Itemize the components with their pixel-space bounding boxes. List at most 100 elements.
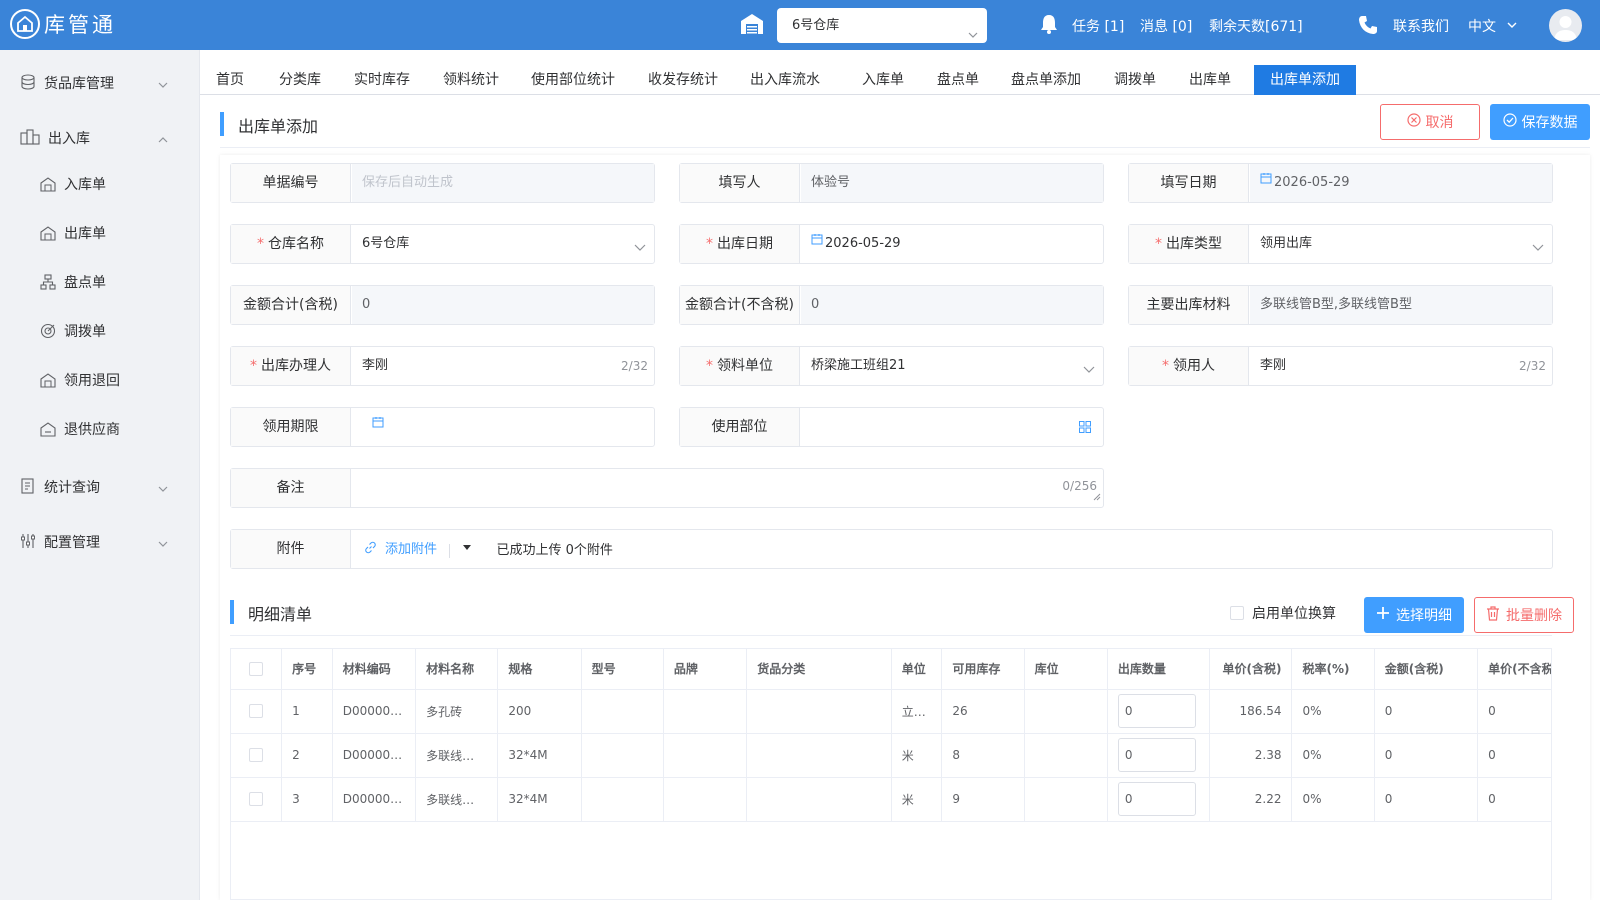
quantity-cell [1107, 689, 1211, 734]
sidebar-group-label: 统计查询 [44, 480, 100, 496]
messages-link[interactable]: 消息 [0] [1140, 16, 1192, 36]
select-details-button[interactable]: 选择明细 [1364, 597, 1464, 633]
column-header: 规格 [497, 649, 582, 690]
location-input[interactable] [801, 408, 1103, 446]
divider [449, 543, 451, 558]
tab-stocktake[interactable]: 盘点单 [921, 65, 995, 95]
select-all-cell [231, 649, 283, 690]
grid-icon[interactable] [1079, 421, 1091, 437]
add-attachment-button[interactable]: 添加附件 [364, 530, 437, 568]
table-cell: 0 [1374, 777, 1479, 822]
row-checkbox[interactable] [249, 748, 264, 763]
unit-conversion-checkbox[interactable] [1230, 606, 1244, 620]
required-mark: * [250, 358, 257, 374]
tab-outbound[interactable]: 出库单 [1173, 65, 1247, 95]
bell-icon[interactable] [1038, 13, 1060, 39]
tab-location-stats[interactable]: 使用部位统计 [515, 65, 631, 95]
sidebar-item-transfer[interactable]: 调拨单 [0, 313, 199, 349]
writer-input: 体验号 [801, 164, 1103, 202]
sidebar-item-inbound[interactable]: 入库单 [0, 166, 199, 202]
phone-icon[interactable] [1358, 15, 1378, 39]
cancel-button[interactable]: 取消 [1380, 104, 1480, 140]
user-avatar[interactable] [1549, 9, 1582, 42]
table-cell [1024, 777, 1108, 822]
table-cell: 3 [281, 777, 333, 822]
tab-outbound-add[interactable]: 出库单添加 [1254, 65, 1356, 95]
table-cell: 0% [1291, 777, 1375, 822]
table-cell [663, 733, 748, 778]
app-logo[interactable]: 库管通 [10, 9, 116, 39]
field-label: * 仓库名称 [231, 225, 351, 263]
resize-handle-icon[interactable] [1093, 489, 1101, 505]
dept-select[interactable]: 桥梁施工班组21 [801, 347, 1103, 385]
outbound-icon [40, 225, 56, 245]
remark-textarea[interactable] [352, 469, 1103, 507]
tab-inbound[interactable]: 入库单 [846, 65, 920, 95]
caret-down-icon[interactable] [462, 530, 472, 568]
table-cell [581, 689, 664, 734]
out-date-picker[interactable]: 2026-05-29 [801, 225, 1103, 263]
trash-icon [1486, 605, 1506, 625]
quantity-input[interactable] [1117, 694, 1196, 728]
row-checkbox[interactable] [249, 792, 264, 807]
row-select-cell [231, 733, 283, 778]
tab-inout-flow[interactable]: 出入库流水 [734, 65, 836, 95]
field-writer: 填写人 体验号 [679, 163, 1104, 203]
sidebar-item-label: 入库单 [64, 177, 106, 193]
column-header: 品牌 [663, 649, 748, 690]
sidebar-group-config[interactable]: 配置管理 [0, 521, 199, 561]
warehouse-select[interactable]: 6号仓库 [352, 225, 654, 263]
table-cell [581, 777, 664, 822]
calendar-icon [372, 408, 384, 444]
table-cell: 0 [1477, 733, 1551, 778]
field-label: * 出库办理人 [231, 347, 351, 385]
save-button[interactable]: 保存数据 [1490, 104, 1590, 140]
required-mark: * [706, 236, 713, 252]
tasks-link[interactable]: 任务 [1] [1072, 16, 1124, 36]
tab-inout-stats[interactable]: 收发存统计 [632, 65, 734, 95]
sliders-icon [20, 533, 36, 553]
period-date-picker[interactable] [352, 408, 654, 446]
tab-category[interactable]: 分类库 [263, 65, 337, 95]
contact-us-link[interactable]: 联系我们 [1393, 16, 1449, 36]
field-handler: * 出库办理人 李刚 2/32 [230, 346, 655, 386]
handler-input[interactable]: 李刚 [352, 347, 654, 385]
table-cell [746, 733, 892, 778]
row-select-cell [231, 777, 283, 822]
inbound-icon [40, 176, 56, 196]
quantity-input[interactable] [1117, 782, 1196, 816]
receiver-input[interactable]: 李刚 [1250, 347, 1552, 385]
field-label: * 出库类型 [1129, 225, 1249, 263]
sidebar-group-goods[interactable]: 货品库管理 [0, 62, 199, 102]
document-icon [20, 478, 36, 498]
table-row: 1 D00000… 多孔砖 200 立… 26 186.54 0% 0 [231, 689, 1551, 734]
unit-conversion-toggle[interactable]: 启用单位换算 [1230, 603, 1336, 623]
field-label: 金额合计(不含税) [680, 286, 800, 324]
sidebar-item-stocktake[interactable]: 盘点单 [0, 264, 199, 300]
warehouse-select[interactable]: 6号仓库 [777, 8, 987, 43]
sidebar-item-supplier-return[interactable]: 退供应商 [0, 411, 199, 447]
form-panel: 单据编号 保存后自动生成 填写人 体验号 填写日期 2026-05-29 * 仓库… [220, 155, 1590, 900]
tab-material-stats[interactable]: 领料统计 [427, 65, 515, 95]
tab-stocktake-add[interactable]: 盘点单添加 [995, 65, 1097, 95]
sidebar-group-statistics[interactable]: 统计查询 [0, 466, 199, 506]
out-type-select[interactable]: 领用出库 [1250, 225, 1552, 263]
tab-home[interactable]: 首页 [200, 65, 260, 95]
column-header: 金额(含税) [1374, 649, 1479, 690]
field-period: 领用期限 [230, 407, 655, 447]
row-checkbox[interactable] [249, 704, 264, 719]
select-all-checkbox[interactable] [249, 662, 264, 676]
field-label: * 领用人 [1129, 347, 1249, 385]
table-cell: D00000… [332, 689, 417, 734]
batch-delete-button[interactable]: 批量删除 [1474, 597, 1574, 633]
tab-realtime-stock[interactable]: 实时库存 [338, 65, 426, 95]
sidebar-item-return[interactable]: 领用退回 [0, 362, 199, 398]
quantity-cell [1107, 733, 1211, 778]
tab-transfer[interactable]: 调拨单 [1098, 65, 1172, 95]
language-select[interactable]: 中文 [1468, 16, 1518, 36]
sidebar-group-inout[interactable]: 出入库 [0, 117, 199, 157]
check-circle-icon [1502, 113, 1522, 131]
quantity-input[interactable] [1117, 738, 1196, 772]
sidebar-item-outbound[interactable]: 出库单 [0, 215, 199, 251]
table-cell: 立… [891, 689, 943, 734]
